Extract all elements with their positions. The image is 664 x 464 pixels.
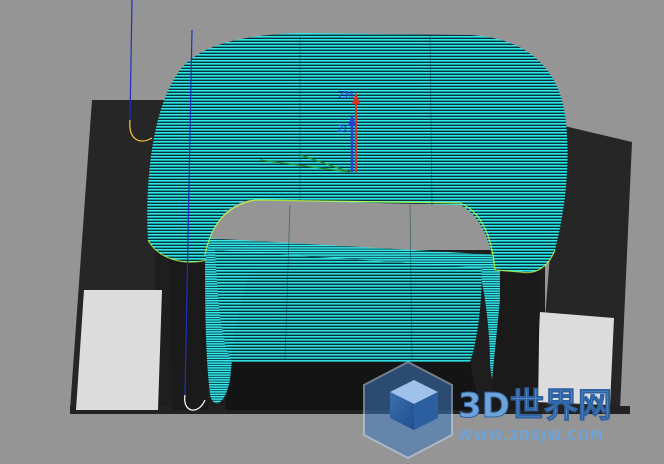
watermark-url: WWW.3DSJW.COM [458,429,604,444]
watermark-title: 3D世界网 [458,386,612,426]
model-scene[interactable]: ZM ZC 3D世界网 WWW.3DSJW.COM [0,0,664,464]
zm-axis-label: ZM [338,90,353,101]
cam-viewport[interactable]: ZM ZC 3D世界网 WWW.3DSJW.COM [0,0,664,464]
zc-axis-label: ZC [337,124,351,135]
